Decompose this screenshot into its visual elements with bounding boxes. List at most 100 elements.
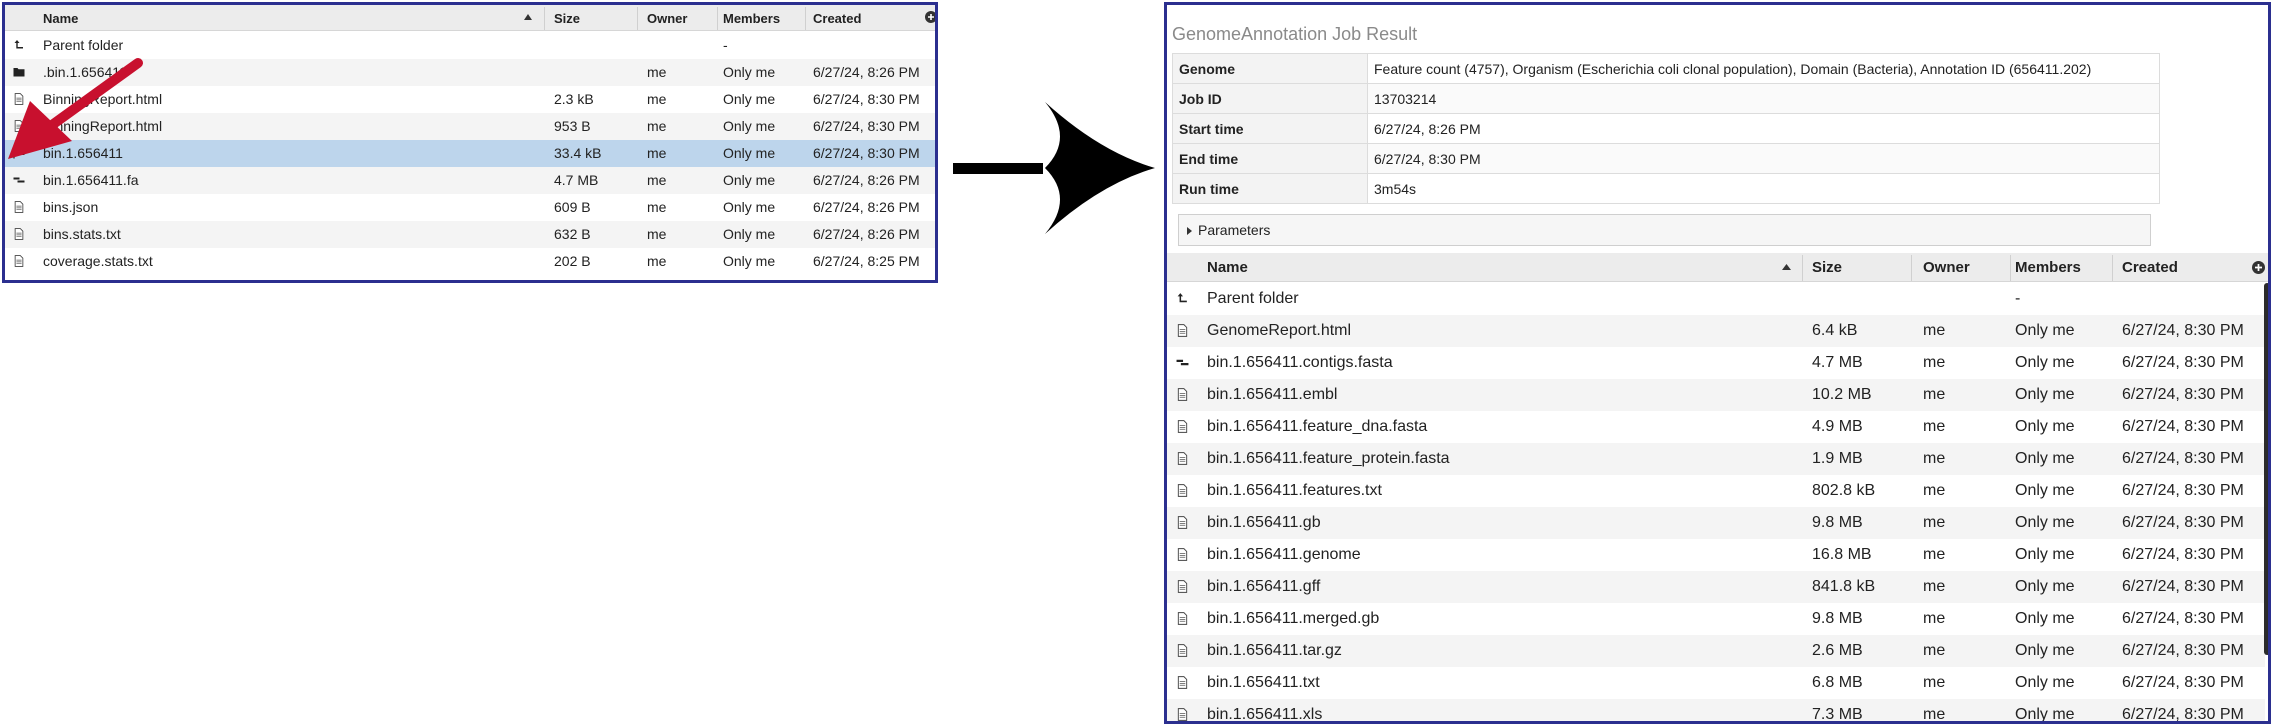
table-row[interactable]: bin.1.656411.merged.gb 9.8 MB me Only me 6/2… <box>1167 603 2265 635</box>
table-row[interactable]: bin.1.656411.gff 841.8 kB me Only me 6/27/24… <box>1167 571 2265 603</box>
cell-created: 6/27/24, 8:30 PM <box>2122 450 2244 467</box>
scrollbar[interactable] <box>2264 283 2268 655</box>
cell-owner: me <box>1923 514 1946 531</box>
table-row[interactable]: bin.1.656411.fa 4.7 MB me Only me 6/27/24, 8… <box>5 167 935 194</box>
cell-name: bins.json <box>43 199 99 215</box>
cell-members: Only me <box>2015 322 2075 339</box>
table-row[interactable]: bin.1.656411.tar.gz 2.6 MB me Only me 6/27/2… <box>1167 635 2265 667</box>
column-header-owner[interactable]: Owner <box>1923 253 1970 281</box>
column-header-name[interactable]: Name <box>43 5 78 30</box>
cell-members: Only me <box>2015 386 2075 403</box>
cell-owner: me <box>1923 418 1946 435</box>
table-row[interactable]: bin.1.656411.gb 9.8 MB me Only me 6/27/24, 8… <box>1167 507 2265 539</box>
cell-members: Only me <box>2015 546 2075 563</box>
column-header-name[interactable]: Name <box>1207 253 1248 281</box>
cell-size: 9.8 MB <box>1812 514 1863 531</box>
cell-members: - <box>723 37 728 53</box>
cell-created: 6/27/24, 8:30 PM <box>2122 514 2244 531</box>
cell-members: Only me <box>723 199 776 215</box>
metadata-row: End time 6/27/24, 8:30 PM <box>1172 143 2160 174</box>
sort-ascending-icon[interactable] <box>524 14 532 20</box>
parent-folder-icon <box>1176 292 1189 305</box>
metadata-label: Run time <box>1172 173 1368 204</box>
cell-owner: me <box>647 226 667 242</box>
cell-members: Only me <box>2015 482 2075 499</box>
column-header-members[interactable]: Members <box>2015 253 2081 281</box>
metadata-row: Job ID 13703214 <box>1172 83 2160 114</box>
cell-size: 4.7 MB <box>1812 354 1863 371</box>
cell-name: bin.1.656411.merged.gb <box>1207 610 1380 627</box>
table-row[interactable]: bins.stats.txt 632 B me Only me 6/27/24, 8:2… <box>5 221 935 248</box>
cell-members: Only me <box>723 91 776 107</box>
document-icon <box>1176 708 1189 721</box>
cell-members: Only me <box>2015 514 2075 531</box>
cell-name: bin.1.656411.tar.gz <box>1207 642 1342 659</box>
table-row[interactable]: bin.1.656411.feature_dna.fasta 4.9 MB me On… <box>1167 411 2265 443</box>
cell-created: 6/27/24, 8:30 PM <box>2122 610 2244 627</box>
column-header-owner[interactable]: Owner <box>647 5 687 30</box>
cell-size: 6.4 kB <box>1812 322 1858 339</box>
cell-size: 2.3 kB <box>554 91 594 107</box>
cell-size: 16.8 MB <box>1812 546 1872 563</box>
metadata-label: Genome <box>1172 53 1368 84</box>
job-result-panel: GenomeAnnotation Job Result Genome Featur… <box>1164 2 2271 724</box>
cell-created: 6/27/24, 8:30 PM <box>2122 706 2244 723</box>
cell-name: bin.1.656411.embl <box>1207 386 1338 403</box>
cell-members: Only me <box>2015 706 2075 723</box>
cell-members: Only me <box>2015 674 2075 691</box>
cell-created: 6/27/24, 8:30 PM <box>2122 674 2244 691</box>
table-row[interactable]: bin.1.656411.feature_protein.fasta 1.9 MB… <box>1167 443 2265 475</box>
document-icon <box>13 228 25 240</box>
table-row[interactable]: bin.1.656411.features.txt 802.8 kB me Only … <box>1167 475 2265 507</box>
column-header-created[interactable]: Created <box>813 5 861 30</box>
add-column-icon[interactable] <box>925 11 935 23</box>
cell-name: bin.1.656411.feature_dna.fasta <box>1207 418 1428 435</box>
metadata-label: Start time <box>1172 113 1368 144</box>
sort-ascending-icon[interactable] <box>1782 264 1791 270</box>
document-icon <box>1176 420 1189 433</box>
caret-right-icon <box>1187 227 1192 236</box>
cell-created: 6/27/24, 8:25 PM <box>813 253 920 269</box>
table-row[interactable]: coverage.stats.txt 202 B me Only me 6/27/24,… <box>5 248 935 275</box>
parent-folder-row[interactable]: Parent folder - <box>1167 283 2265 315</box>
contigs-icon <box>13 174 25 186</box>
cell-owner: me <box>647 118 667 134</box>
metadata-value: 6/27/24, 8:30 PM <box>1367 143 2160 174</box>
column-header-members[interactable]: Members <box>723 5 780 30</box>
cell-owner: me <box>647 253 667 269</box>
column-header-size[interactable]: Size <box>554 5 580 30</box>
cell-size: 4.9 MB <box>1812 418 1863 435</box>
cell-owner: me <box>647 91 667 107</box>
cell-owner: me <box>1923 610 1946 627</box>
document-icon <box>1176 452 1189 465</box>
column-header-created[interactable]: Created <box>2122 253 2178 281</box>
table-row[interactable]: GenomeReport.html 6.4 kB me Only me 6/27/24,… <box>1167 315 2265 347</box>
cell-created: 6/27/24, 8:30 PM <box>813 145 920 161</box>
add-column-icon[interactable] <box>2252 261 2265 274</box>
cell-created: 6/27/24, 8:30 PM <box>2122 482 2244 499</box>
parameters-toggle[interactable]: Parameters <box>1178 214 2151 246</box>
cell-members: Only me <box>723 118 776 134</box>
cell-size: 7.3 MB <box>1812 706 1863 723</box>
table-row[interactable]: bin.1.656411.xls 7.3 MB me Only me 6/27/24, … <box>1167 699 2265 723</box>
document-icon <box>1176 612 1189 625</box>
cell-owner: me <box>1923 642 1946 659</box>
table-row[interactable]: bin.1.656411.genome 16.8 MB me Only me 6/27/… <box>1167 539 2265 571</box>
document-icon <box>13 201 25 213</box>
cell-members: Only me <box>2015 642 2075 659</box>
table-row[interactable]: bin.1.656411.contigs.fasta 4.7 MB me Only m… <box>1167 347 2265 379</box>
cell-owner: me <box>647 199 667 215</box>
cell-size: 6.8 MB <box>1812 674 1863 691</box>
cell-created: 6/27/24, 8:30 PM <box>2122 354 2244 371</box>
table-row[interactable]: bin.1.656411.embl 10.2 MB me Only me 6/27/24… <box>1167 379 2265 411</box>
cell-owner: me <box>1923 674 1946 691</box>
cell-size: 953 B <box>554 118 591 134</box>
cell-owner: me <box>1923 546 1946 563</box>
column-header-size[interactable]: Size <box>1812 253 1842 281</box>
cell-created: 6/27/24, 8:26 PM <box>813 172 920 188</box>
table-row[interactable]: bin.1.656411.txt 6.8 MB me Only me 6/27/24, … <box>1167 667 2265 699</box>
document-icon <box>13 255 25 267</box>
table-row[interactable]: bins.json 609 B me Only me 6/27/24, 8:26 PM <box>5 194 935 221</box>
flow-arrow-icon <box>953 102 1155 234</box>
cell-created: 6/27/24, 8:30 PM <box>2122 322 2244 339</box>
